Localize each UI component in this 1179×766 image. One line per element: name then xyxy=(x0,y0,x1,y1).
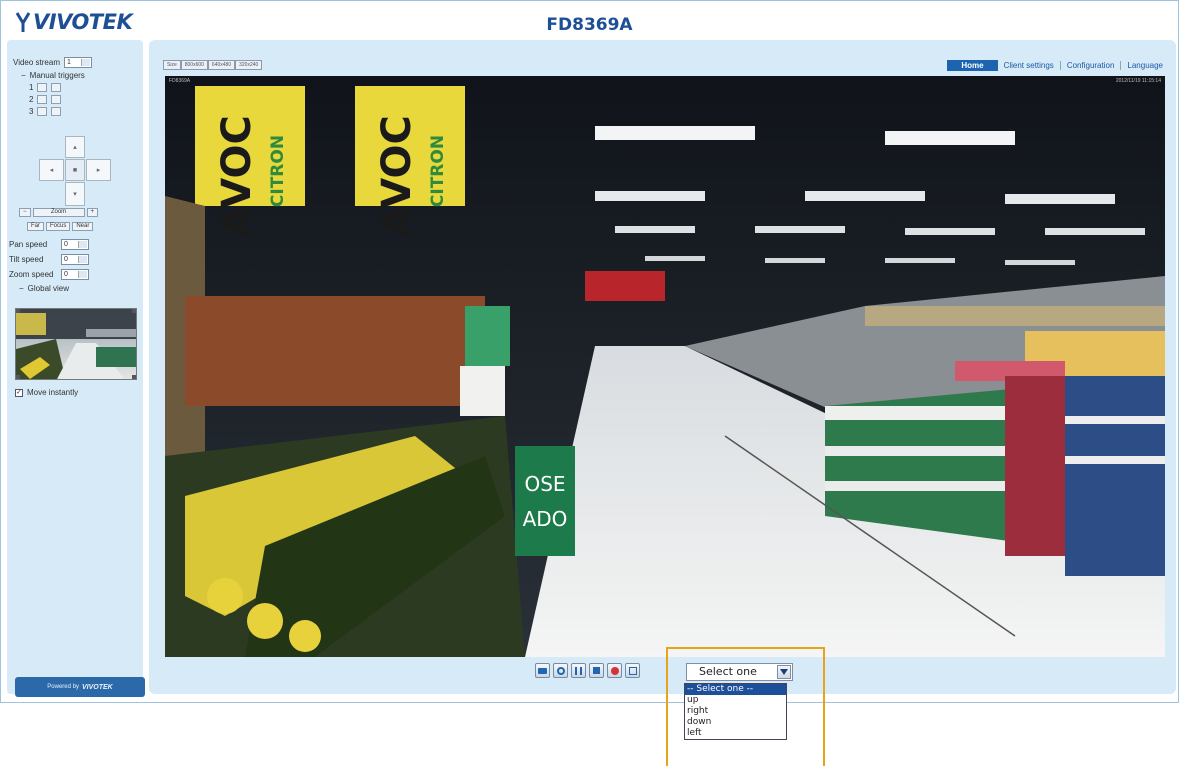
focus-far-button[interactable]: Far xyxy=(27,222,44,231)
video-toolbar xyxy=(535,663,640,678)
trigger-on-button[interactable] xyxy=(37,107,48,116)
trigger-row-3: 3 xyxy=(29,107,62,116)
global-view-image xyxy=(16,309,136,379)
zoom-row: − Zoom + xyxy=(19,208,99,217)
header: VIVOTEK FD8369A xyxy=(1,1,1178,39)
powered-by-footer: Powered by VIVOTEK xyxy=(15,677,145,697)
stop-icon xyxy=(593,667,600,674)
zoom-speed-label: Zoom speed xyxy=(9,270,54,279)
ptz-home-button[interactable]: ■ xyxy=(65,159,85,181)
ptz-up-button[interactable]: ▴ xyxy=(65,136,85,158)
camera-icon xyxy=(538,667,547,674)
tilt-speed-select[interactable]: 0 xyxy=(61,254,89,265)
arrow-up-icon: ▴ xyxy=(73,144,77,151)
divider xyxy=(1059,61,1061,70)
tilt-speed-row: Tilt speed 0 xyxy=(9,254,89,265)
model-title: FD8369A xyxy=(546,15,633,35)
banner-subtext: CITRON xyxy=(268,135,288,207)
pan-speed-row: Pan speed 0 xyxy=(9,239,89,250)
highlight-callout-box xyxy=(666,647,825,766)
trigger-on-button[interactable] xyxy=(37,95,48,104)
app-window: VIVOTEK FD8369A Video stream 1 − Manual … xyxy=(0,0,1179,703)
resize-handle[interactable] xyxy=(16,375,20,379)
video-caption: FD8369A xyxy=(169,78,191,84)
home-square-icon: ■ xyxy=(72,166,78,174)
ptz-down-button[interactable]: ▾ xyxy=(65,182,85,206)
move-instantly-row: ✓ Move instantly xyxy=(15,388,78,397)
video-stream-select[interactable]: 1 xyxy=(64,57,92,68)
pan-speed-label: Pan speed xyxy=(9,240,48,249)
video-stream-label: Video stream xyxy=(13,58,60,67)
pause-icon xyxy=(575,666,582,675)
trigger-off-button[interactable] xyxy=(51,83,62,92)
focus-near-button[interactable]: Near xyxy=(72,222,94,231)
speaker-icon xyxy=(628,666,637,675)
view-size-buttons: Size 800x600 640x480 320x240 xyxy=(163,60,263,70)
zoom-in-button[interactable]: + xyxy=(86,208,99,217)
size-800-button[interactable]: 800x600 xyxy=(180,60,208,70)
zoom-speed-row: Zoom speed 0 xyxy=(9,269,89,280)
focus-row: Far Focus Near xyxy=(27,222,94,231)
nav-client-settings[interactable]: Client settings xyxy=(1004,61,1054,70)
arrow-down-icon: ▾ xyxy=(73,191,77,198)
focus-auto-button[interactable]: Focus xyxy=(46,222,71,231)
pan-speed-select[interactable]: 0 xyxy=(61,239,89,250)
size-640-button[interactable]: 640x480 xyxy=(207,60,236,70)
stop-button[interactable] xyxy=(589,663,604,678)
live-video-view[interactable]: AVOC AVOC CITRON CITRON OSE ADO FD8369A … xyxy=(165,76,1165,657)
digital-zoom-button[interactable] xyxy=(553,663,568,678)
record-icon xyxy=(610,666,619,675)
tilt-speed-label: Tilt speed xyxy=(9,255,44,264)
arrow-left-icon: ◂ xyxy=(49,167,54,174)
nav-language[interactable]: Language xyxy=(1127,61,1163,70)
trigger-off-button[interactable] xyxy=(51,95,62,104)
resize-handle[interactable] xyxy=(16,309,20,313)
global-view-label: Global view xyxy=(27,284,70,293)
global-view-thumbnail[interactable] xyxy=(15,308,137,380)
nav-configuration[interactable]: Configuration xyxy=(1067,61,1115,70)
trigger-row-1: 1 xyxy=(29,83,62,92)
trigger-on-button[interactable] xyxy=(37,83,48,92)
main-panel: Size 800x600 640x480 320x240 Home Client… xyxy=(149,40,1176,694)
sign-text: OSE xyxy=(524,472,565,496)
banner-text: AVOC xyxy=(374,115,420,237)
sign-text: ADO xyxy=(523,507,568,531)
global-view-row[interactable]: − Global view xyxy=(19,284,69,293)
nav-home[interactable]: Home xyxy=(947,60,998,71)
move-instantly-checkbox[interactable]: ✓ xyxy=(15,388,23,397)
banner-text: AVOC xyxy=(214,115,260,237)
video-stream-row: Video stream 1 xyxy=(13,57,92,68)
ptz-direction-pad: ▴ ◂ ■ ▸ ▾ xyxy=(39,136,111,206)
zoom-speed-select[interactable]: 0 xyxy=(61,269,89,280)
banner-subtext: CITRON xyxy=(428,135,448,207)
left-control-panel: Video stream 1 − Manual triggers 1 2 3 ▴… xyxy=(7,40,145,697)
resize-handle[interactable] xyxy=(132,375,136,379)
manual-triggers-label: Manual triggers xyxy=(29,71,85,80)
record-button[interactable] xyxy=(607,663,622,678)
resize-handle[interactable] xyxy=(132,309,136,313)
size-320-button[interactable]: 320x240 xyxy=(235,60,263,70)
trigger-row-2: 2 xyxy=(29,95,62,104)
powered-brand: VIVOTEK xyxy=(81,683,113,691)
ptz-left-button[interactable]: ◂ xyxy=(39,159,64,181)
volume-button[interactable] xyxy=(625,663,640,678)
trigger-off-button[interactable] xyxy=(51,107,62,116)
divider xyxy=(1120,61,1122,70)
zoom-out-button[interactable]: − xyxy=(19,208,31,217)
video-timestamp: 2012/11/19 11:15:14 xyxy=(1115,78,1161,84)
zoom-icon xyxy=(556,666,565,675)
pause-button[interactable] xyxy=(571,663,586,678)
move-instantly-label: Move instantly xyxy=(27,388,79,397)
zoom-label: Zoom xyxy=(32,208,85,217)
live-video-image: AVOC AVOC CITRON CITRON OSE ADO xyxy=(165,76,1165,657)
expand-icon: − xyxy=(21,71,26,80)
snapshot-button[interactable] xyxy=(535,663,550,678)
size-button[interactable]: Size xyxy=(163,60,181,70)
collapse-icon: − xyxy=(19,284,24,293)
arrow-right-icon: ▸ xyxy=(96,167,101,174)
ptz-right-button[interactable]: ▸ xyxy=(86,159,111,181)
top-nav: Home Client settings Configuration Langu… xyxy=(947,60,1163,71)
manual-triggers-row[interactable]: − Manual triggers xyxy=(21,71,85,80)
